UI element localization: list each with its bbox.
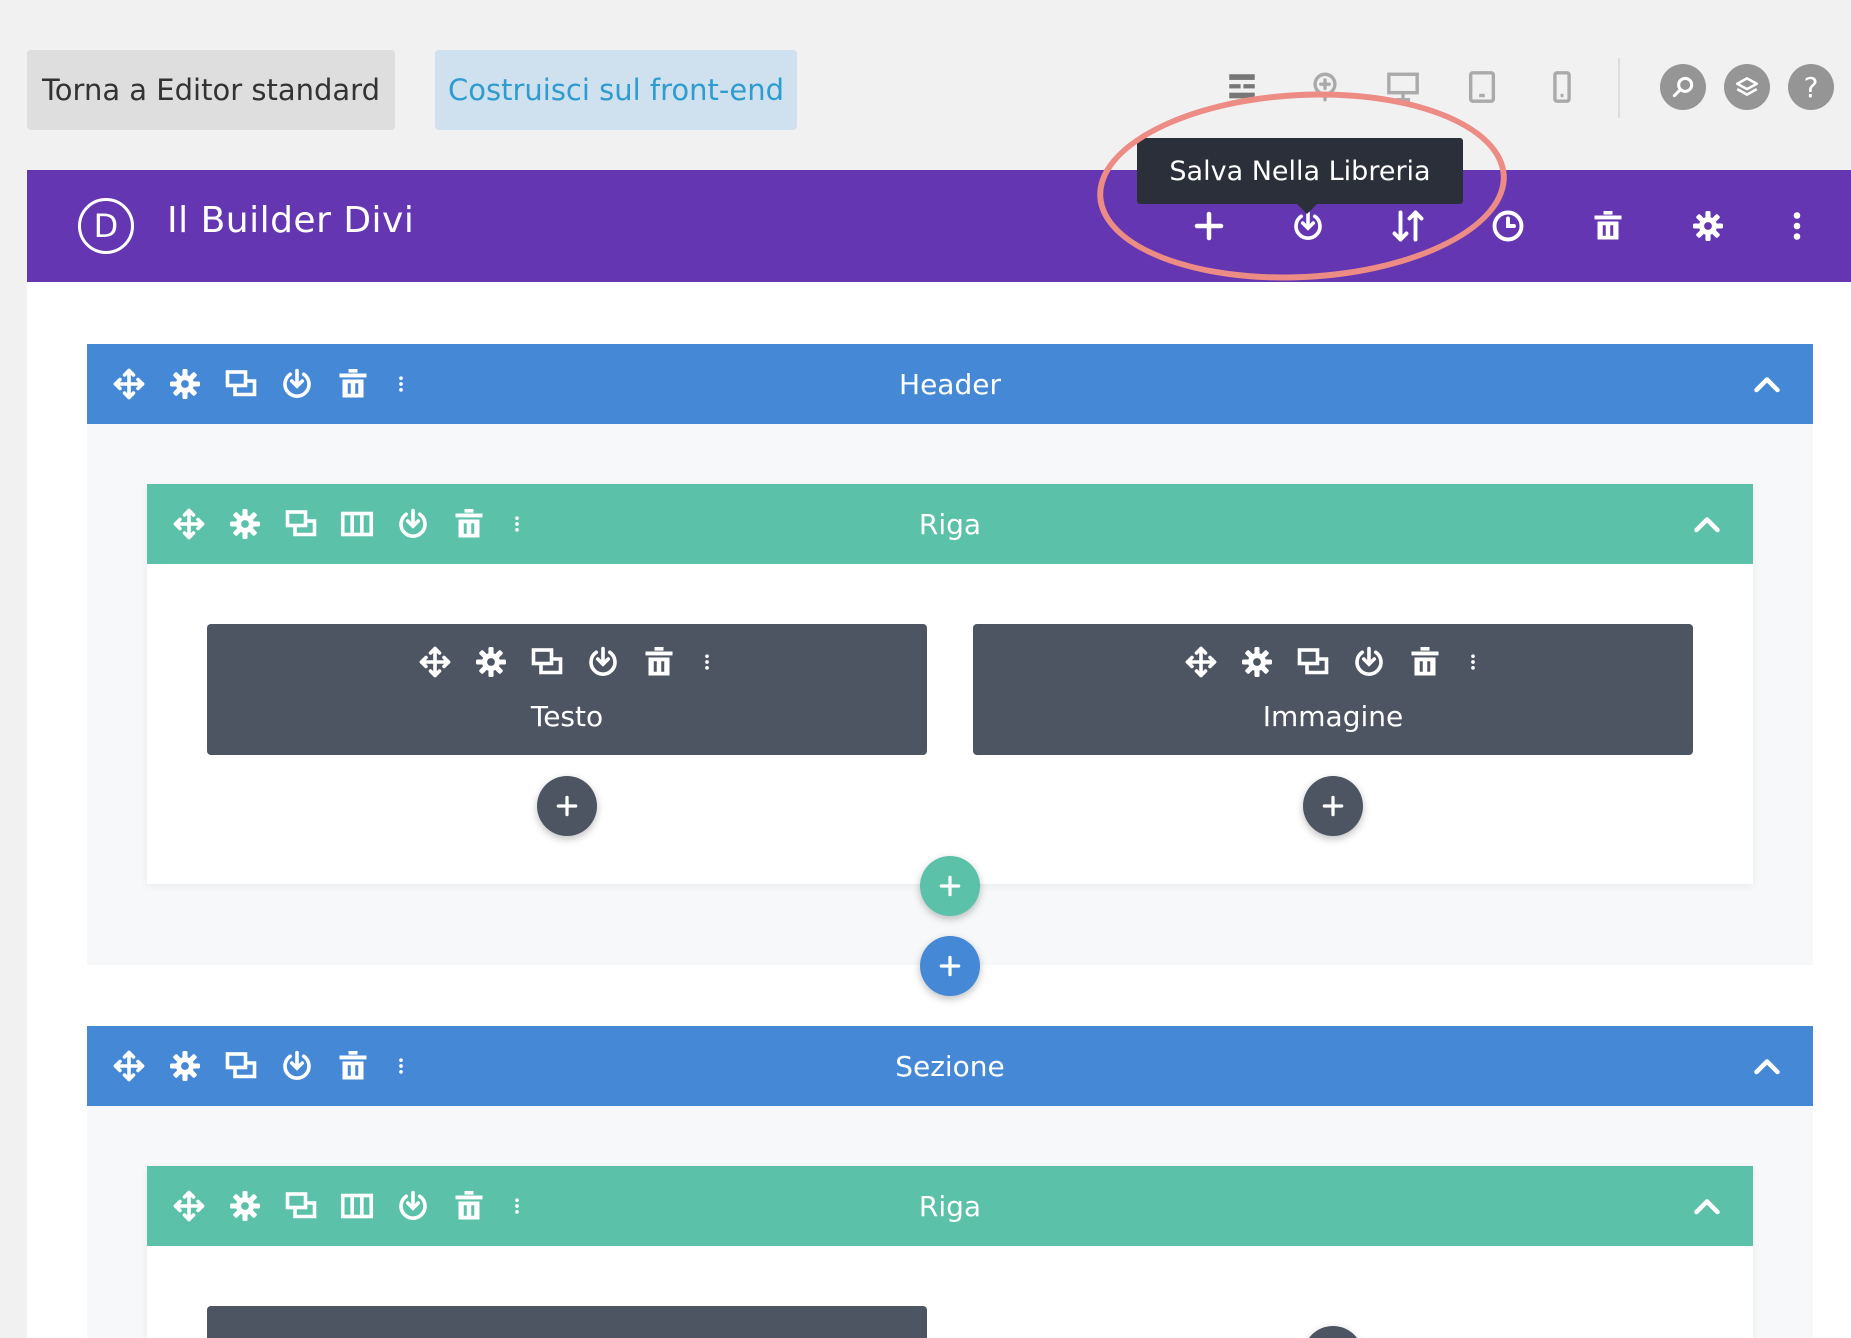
move-icon[interactable] (171, 506, 207, 542)
more-options-icon[interactable] (391, 366, 411, 402)
module-label: Testo (530, 700, 604, 733)
more-options-icon[interactable] (1463, 644, 1483, 680)
section-toolbar[interactable]: Sezione (87, 1026, 1813, 1106)
settings-icon[interactable] (167, 1048, 203, 1084)
search-icon (1670, 74, 1696, 100)
module-image[interactable]: Immagine (973, 624, 1693, 755)
add-row-button[interactable] (920, 856, 980, 916)
duplicate-icon[interactable] (223, 1048, 259, 1084)
duplicate-icon[interactable] (283, 506, 319, 542)
columns-icon[interactable] (339, 506, 375, 542)
section-header: Header Riga Testo Immagine (87, 344, 1813, 965)
duplicate-icon[interactable] (1295, 644, 1331, 680)
delete-icon[interactable] (451, 1188, 487, 1224)
help-icon: ? (1803, 70, 1819, 104)
row: Riga Testo Immagine (147, 484, 1753, 884)
delete-icon[interactable] (335, 366, 371, 402)
help-button[interactable]: ? (1788, 64, 1834, 110)
layers-icon (1734, 74, 1760, 100)
move-icon[interactable] (171, 1188, 207, 1224)
move-icon[interactable] (417, 644, 453, 680)
move-icon[interactable] (111, 1048, 147, 1084)
plus-icon (554, 793, 580, 819)
move-icon[interactable] (111, 366, 147, 402)
duplicate-icon[interactable] (283, 1188, 319, 1224)
add-module-button[interactable] (1303, 1326, 1363, 1338)
builder-title: Il Builder Divi (167, 200, 415, 241)
back-to-standard-editor-button[interactable]: Torna a Editor standard (27, 50, 395, 130)
clear-layout-icon[interactable] (1590, 208, 1626, 244)
module-text[interactable]: Testo (207, 624, 927, 755)
save-to-library-icon[interactable] (279, 1048, 315, 1084)
delete-icon[interactable] (451, 506, 487, 542)
settings-icon[interactable] (473, 644, 509, 680)
plus-icon (937, 953, 963, 979)
save-to-library-icon[interactable] (585, 644, 621, 680)
layers-button[interactable] (1724, 64, 1770, 110)
more-options-icon[interactable] (697, 644, 717, 680)
toolbar-divider (1618, 58, 1620, 118)
phone-view-icon[interactable] (1545, 70, 1579, 104)
collapse-chevron-icon[interactable] (1689, 506, 1725, 542)
save-to-library-icon[interactable] (395, 506, 431, 542)
add-module-button[interactable] (537, 776, 597, 836)
save-to-library-icon[interactable] (395, 1188, 431, 1224)
plus-icon (937, 873, 963, 899)
row: Riga (147, 1166, 1753, 1338)
collapse-chevron-icon[interactable] (1689, 1188, 1725, 1224)
row-toolbar[interactable]: Riga (147, 484, 1753, 564)
delete-icon[interactable] (1407, 644, 1443, 680)
plus-icon (1320, 793, 1346, 819)
add-section-button[interactable] (920, 936, 980, 996)
divi-logo: D (78, 198, 134, 254)
settings-icon[interactable] (167, 366, 203, 402)
settings-icon[interactable] (227, 1188, 263, 1224)
save-to-library-icon[interactable] (1351, 644, 1387, 680)
columns-icon[interactable] (339, 1188, 375, 1224)
row-toolbar[interactable]: Riga (147, 1166, 1753, 1246)
collapse-chevron-icon[interactable] (1749, 366, 1785, 402)
more-options-icon[interactable] (1779, 208, 1815, 244)
section-sezione: Sezione Riga (87, 1026, 1813, 1338)
builder-header: D Il Builder Divi (27, 170, 1851, 282)
delete-icon[interactable] (335, 1048, 371, 1084)
more-options-icon[interactable] (391, 1048, 411, 1084)
module-partial[interactable] (207, 1306, 927, 1338)
move-icon[interactable] (1183, 644, 1219, 680)
duplicate-icon[interactable] (529, 644, 565, 680)
build-on-frontend-button[interactable]: Costruisci sul front-end (435, 50, 797, 130)
settings-icon[interactable] (227, 506, 263, 542)
search-button[interactable] (1660, 64, 1706, 110)
module-label: Immagine (1262, 700, 1404, 733)
save-to-library-icon[interactable] (279, 366, 315, 402)
history-icon[interactable] (1490, 208, 1526, 244)
duplicate-icon[interactable] (223, 366, 259, 402)
settings-icon[interactable] (1239, 644, 1275, 680)
more-options-icon[interactable] (507, 506, 527, 542)
delete-icon[interactable] (641, 644, 677, 680)
add-module-button[interactable] (1303, 776, 1363, 836)
more-options-icon[interactable] (507, 1188, 527, 1224)
collapse-chevron-icon[interactable] (1749, 1048, 1785, 1084)
tablet-view-icon[interactable] (1465, 70, 1499, 104)
settings-icon[interactable] (1690, 208, 1726, 244)
section-toolbar[interactable]: Header (87, 344, 1813, 424)
